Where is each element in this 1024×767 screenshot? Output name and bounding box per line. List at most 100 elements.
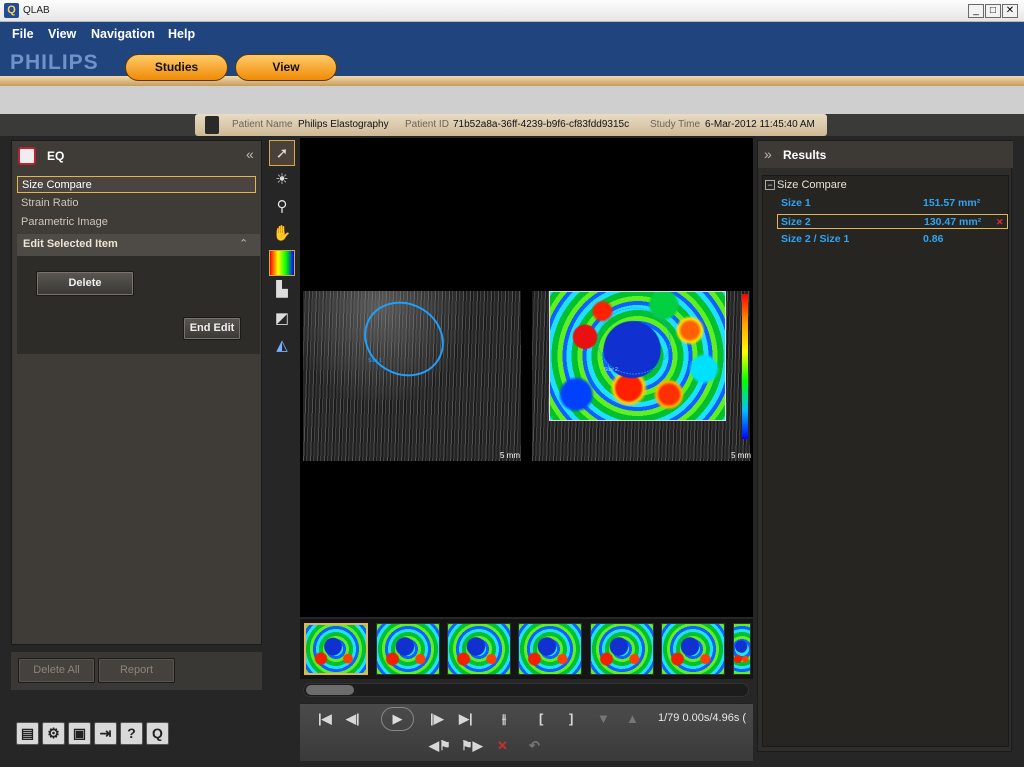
toggle-icon[interactable]: ◩: [269, 306, 295, 332]
window-title: QLAB: [23, 5, 50, 16]
pan-icon[interactable]: ✋: [269, 221, 295, 247]
collapse-group-icon[interactable]: −: [765, 180, 775, 190]
patient-bar: Patient Name Philips Elastography Patien…: [195, 114, 827, 136]
result-label: Size 2: [781, 216, 811, 228]
results-header: » Results: [758, 141, 1013, 168]
split-icon[interactable]: ⫲: [502, 711, 506, 727]
tab-view[interactable]: View: [235, 54, 337, 81]
patient-name: Philips Elastography: [298, 119, 389, 130]
left-actions: Delete All Report: [11, 652, 262, 690]
play-button[interactable]: ▶: [381, 707, 414, 731]
settings-icon[interactable]: ⚙: [42, 722, 65, 745]
tab-studies[interactable]: Studies: [125, 54, 228, 81]
size-1-roi-label: Size 1: [368, 358, 382, 364]
delete-all-button[interactable]: Delete All: [18, 658, 95, 683]
results-group-title: Size Compare: [777, 179, 847, 191]
expand-right-icon[interactable]: »: [764, 146, 772, 162]
thumbnail[interactable]: [661, 623, 725, 675]
result-value: 151.57 mm²: [923, 197, 981, 209]
maximize-button[interactable]: □: [985, 4, 1001, 18]
go-start-flag-icon[interactable]: ◀⚑: [429, 738, 451, 754]
thumbnail[interactable]: [733, 623, 751, 675]
pointer-icon[interactable]: ➚: [269, 140, 295, 166]
patient-id-label: Patient ID: [405, 119, 449, 130]
size-2-roi-label: Size 2: [604, 367, 618, 373]
report-button[interactable]: Report: [98, 658, 175, 683]
triangle-icon[interactable]: ◭: [269, 333, 295, 359]
list-item-size-compare[interactable]: Size Compare: [17, 176, 256, 193]
frame-info: 1/79 0.00s/4.96s (: [658, 712, 747, 724]
eq-panel: EQ « Size Compare Strain Ratio Parametri…: [11, 140, 262, 645]
last-frame-icon[interactable]: ▶|: [459, 711, 473, 727]
next-frame-icon[interactable]: |▶: [430, 711, 444, 727]
layout-icon[interactable]: ▙: [269, 277, 295, 303]
qlab-icon[interactable]: Q: [146, 722, 169, 745]
list-item-parametric-image[interactable]: Parametric Image: [17, 214, 256, 231]
zoom-icon[interactable]: ⚲: [269, 194, 295, 220]
title-bar: Q QLAB _ □ ✕: [0, 0, 1024, 22]
result-label: Size 2 / Size 1: [781, 233, 850, 245]
list-item-strain-ratio[interactable]: Strain Ratio: [17, 195, 256, 212]
edit-section: Edit Selected Item ⌃ Delete End Edit: [17, 234, 260, 354]
menu-view[interactable]: View: [48, 27, 76, 41]
thumbnail[interactable]: [518, 623, 582, 675]
results-list: − Size Compare Size 1 151.57 mm² Size 2 …: [762, 175, 1009, 747]
end-edit-button[interactable]: End Edit: [183, 317, 241, 340]
patient-name-label: Patient Name: [232, 119, 293, 130]
delete-button[interactable]: Delete: [36, 271, 134, 296]
brightness-icon[interactable]: ☀: [269, 167, 295, 193]
size-2-roi[interactable]: [597, 307, 671, 375]
vertical-toolbar: ➚ ☀ ⚲ ✋ ▙ ◩ ◭: [267, 138, 297, 368]
scale-label-right: 5 mm: [731, 451, 751, 460]
up-icon[interactable]: ▲: [626, 711, 639, 726]
patient-icon: [205, 116, 219, 134]
results-title: Results: [783, 148, 827, 162]
frame-scrollbar[interactable]: [303, 683, 749, 697]
menu-navigation[interactable]: Navigation: [91, 27, 155, 41]
result-value: 130.47 mm²: [924, 216, 982, 228]
mark-start-icon[interactable]: [: [539, 711, 543, 726]
thumbnail[interactable]: [376, 623, 440, 675]
toolbar-strip: [0, 86, 1024, 114]
cancel-icon[interactable]: ✕: [497, 738, 508, 754]
close-button[interactable]: ✕: [1002, 4, 1018, 18]
result-value: 0.86: [923, 233, 944, 245]
undo-icon[interactable]: ↶: [529, 738, 540, 754]
minimize-button[interactable]: _: [968, 4, 984, 18]
first-frame-icon[interactable]: |◀: [318, 711, 332, 727]
eq-icon: [18, 147, 36, 165]
mark-end-icon[interactable]: ]: [569, 711, 573, 726]
save-icon[interactable]: ▣: [68, 722, 91, 745]
chevron-up-icon[interactable]: ⌃: [239, 237, 248, 250]
frame-scroll-thumb[interactable]: [306, 685, 354, 695]
exit-icon[interactable]: ⇥: [94, 722, 117, 745]
brand-logo: PHILIPS: [10, 51, 99, 74]
result-label: Size 1: [781, 197, 811, 209]
thumbnail[interactable]: [590, 623, 654, 675]
scale-label-left: 5 mm: [500, 451, 520, 460]
edit-section-title: Edit Selected Item: [17, 234, 260, 256]
thumbnail[interactable]: [304, 623, 368, 675]
down-icon[interactable]: ▼: [597, 711, 610, 726]
colormap-icon[interactable]: [269, 250, 295, 276]
result-row[interactable]: Size 2 / Size 1 0.86: [781, 232, 1011, 247]
patient-id: 71b52a8a-36ff-4239-b9f6-cf83fdd9315c: [453, 119, 630, 130]
result-row[interactable]: Size 1 151.57 mm²: [781, 196, 1011, 211]
app-icon: Q: [4, 3, 19, 18]
thumbnail[interactable]: [447, 623, 511, 675]
roi-overlay: Size 1 Size 2: [352, 291, 671, 389]
collapse-left-icon[interactable]: «: [246, 146, 254, 162]
menu-file[interactable]: File: [12, 27, 34, 41]
result-row-selected[interactable]: Size 2 130.47 mm² ✕: [777, 214, 1008, 229]
study-time-label: Study Time: [650, 119, 701, 130]
remove-result-icon[interactable]: ✕: [996, 215, 1004, 229]
prev-frame-icon[interactable]: ◀|: [346, 711, 360, 727]
study-time: 6-Mar-2012 11:45:40 AM: [705, 119, 815, 130]
results-panel: » Results − Size Compare Size 1 151.57 m…: [757, 140, 1013, 752]
panel-title: EQ: [47, 149, 65, 163]
menu-help[interactable]: Help: [168, 27, 195, 41]
help-icon[interactable]: ?: [120, 722, 143, 745]
film-icon[interactable]: ▤: [16, 722, 39, 745]
go-end-flag-icon[interactable]: ⚑▶: [461, 738, 483, 754]
size-1-roi[interactable]: [352, 291, 456, 389]
